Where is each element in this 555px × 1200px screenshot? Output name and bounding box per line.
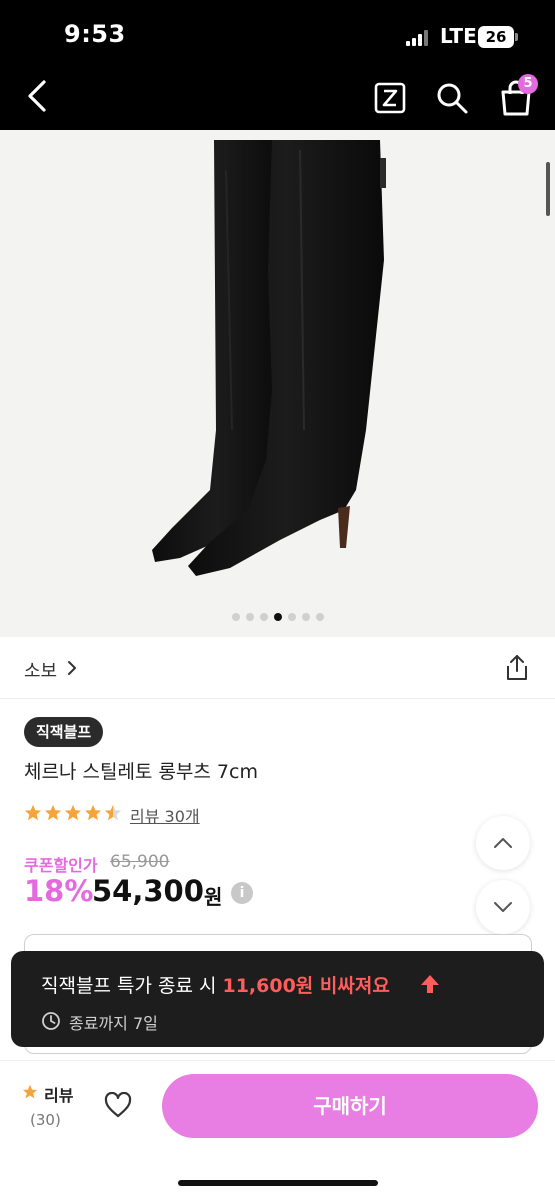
boots-illustration — [152, 140, 386, 576]
heart-icon[interactable] — [104, 1092, 132, 1118]
rating-star-icon — [64, 804, 82, 821]
network-label: LTE — [440, 24, 477, 48]
coupon-price-label: 쿠폰할인가 — [24, 856, 98, 875]
toast-text: 직잭블프 특가 종료 시 — [41, 975, 223, 997]
search-icon[interactable] — [434, 80, 470, 116]
brand-row[interactable]: 소보 — [0, 637, 555, 699]
gallery-dot[interactable] — [273, 613, 282, 621]
top-bar: 9:53 LTE 26 — [0, 0, 555, 130]
clock-icon — [42, 1012, 60, 1030]
gallery-dot[interactable] — [231, 613, 240, 621]
gallery-dot[interactable] — [259, 613, 268, 621]
rating-star-icon — [44, 804, 62, 821]
gallery-dot[interactable] — [287, 613, 296, 621]
share-icon[interactable] — [504, 654, 530, 682]
product-image[interactable] — [0, 130, 555, 637]
toast-message: 직잭블프 특가 종료 시 11,600원 비싸져요 — [41, 971, 390, 998]
gallery-dot[interactable] — [315, 613, 324, 621]
star-icon — [22, 1084, 38, 1099]
scrollbar[interactable] — [546, 162, 550, 216]
review-count[interactable]: (30) — [30, 1111, 61, 1129]
buy-button[interactable]: 구매하기 — [162, 1074, 538, 1138]
promo-badge: 직잭블프 — [24, 717, 104, 747]
back-icon[interactable] — [24, 78, 54, 114]
rating-star-icon — [84, 804, 102, 821]
toast-highlight: 11,600원 비싸져요 — [222, 975, 390, 997]
currency-unit: 원 — [204, 885, 223, 909]
toast-countdown: 종료까지 7일 — [69, 1014, 158, 1033]
battery-tip — [515, 33, 518, 41]
rating-stars — [24, 804, 122, 824]
chevron-up-icon — [494, 838, 512, 848]
z-icon[interactable] — [374, 82, 406, 114]
product-title: 체르나 스틸레토 롱부츠 7cm — [24, 761, 258, 783]
chevron-right-icon — [68, 661, 76, 675]
battery-icon: 26 — [478, 26, 514, 48]
chevron-down-icon — [494, 902, 512, 912]
arrow-up-icon — [421, 975, 439, 993]
original-price: 65,900 — [110, 852, 170, 872]
scroll-up-button[interactable] — [476, 816, 530, 870]
cart-count-badge: 5 — [518, 74, 538, 94]
rating-star-icon — [24, 804, 42, 821]
reviews-link[interactable]: 리뷰 30개 — [130, 803, 200, 827]
promo-toast: 직잭블프 특가 종료 시 11,600원 비싸져요 종료까지 7일 — [11, 951, 544, 1047]
review-label[interactable]: 리뷰 — [44, 1082, 73, 1106]
brand-name[interactable]: 소보 — [24, 657, 57, 683]
discount-rate: 18% — [24, 874, 94, 908]
gallery-dot[interactable] — [245, 613, 254, 621]
info-icon[interactable]: i — [231, 882, 253, 904]
home-indicator — [178, 1180, 378, 1186]
signal-icon — [406, 30, 432, 46]
sale-price: 54,300 — [92, 874, 204, 908]
rating-star-icon — [104, 804, 122, 821]
scroll-down-button[interactable] — [476, 880, 530, 934]
status-time: 9:53 — [64, 20, 126, 48]
gallery-dot[interactable] — [301, 613, 310, 621]
gallery-dots — [0, 613, 555, 625]
